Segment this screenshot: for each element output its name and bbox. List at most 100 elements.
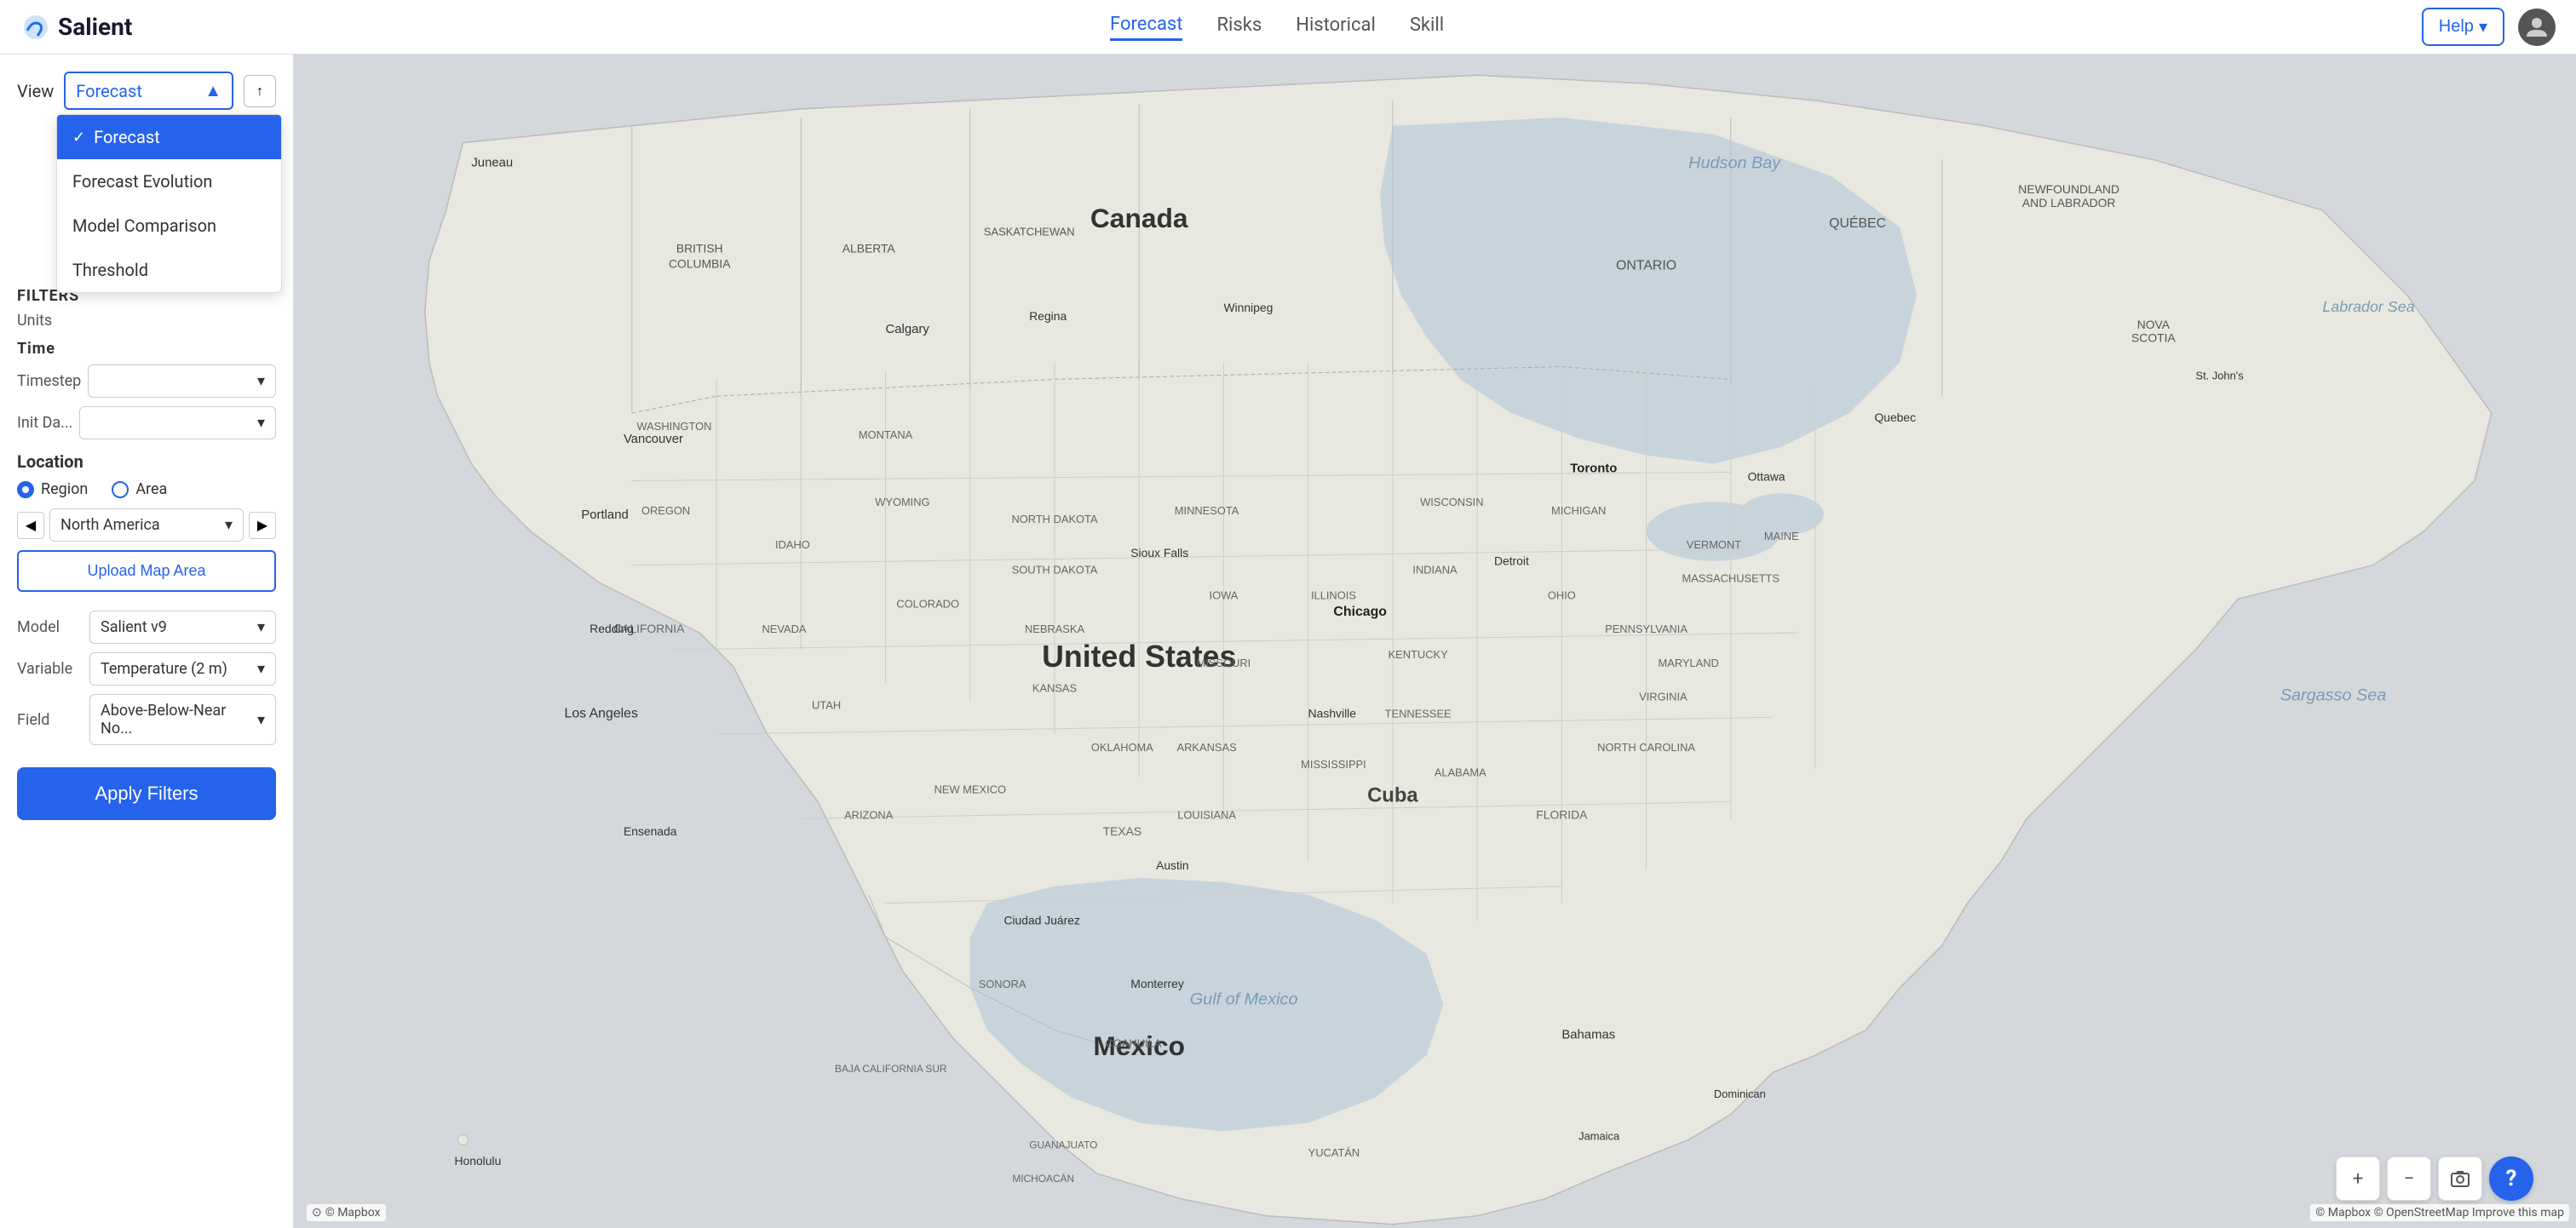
svg-text:WISCONSIN: WISCONSIN [1420, 496, 1483, 508]
variable-selected-value: Temperature (2 m) [101, 660, 227, 678]
svg-text:AND LABRADOR: AND LABRADOR [2022, 196, 2115, 209]
svg-text:Juneau: Juneau [471, 156, 513, 169]
svg-text:Cuba: Cuba [1367, 784, 1418, 807]
field-chevron-icon: ▾ [257, 711, 265, 729]
svg-text:IOWA: IOWA [1210, 588, 1239, 601]
radio-dot [22, 486, 29, 493]
svg-text:MONTANA: MONTANA [859, 428, 913, 441]
timestep-dropdown[interactable]: ▾ [88, 364, 276, 398]
help-button[interactable]: Help ▾ [2422, 8, 2504, 46]
svg-text:NEVADA: NEVADA [762, 623, 806, 635]
view-chevron-up-icon: ▲ [204, 80, 221, 101]
dropdown-item-forecast-evolution[interactable]: Forecast Evolution [57, 159, 281, 204]
svg-text:SOUTH DAKOTA: SOUTH DAKOTA [1012, 564, 1098, 577]
svg-text:Canada: Canada [1090, 203, 1188, 233]
svg-text:WYOMING: WYOMING [875, 496, 929, 508]
field-row: Field Above-Below-Near No... ▾ [17, 694, 276, 745]
nav-risks[interactable]: Risks [1216, 14, 1262, 39]
region-prev-button[interactable]: ◀ [17, 512, 44, 539]
header: Salient Forecast Risks Historical Skill … [0, 0, 2576, 55]
svg-text:Ensenada: Ensenada [624, 824, 677, 838]
svg-text:WASHINGTON: WASHINGTON [637, 420, 712, 433]
apply-filters-button[interactable]: Apply Filters [17, 767, 276, 820]
zoom-in-button[interactable]: + [2336, 1156, 2380, 1201]
svg-text:OKLAHOMA: OKLAHOMA [1091, 741, 1153, 754]
svg-text:Austin: Austin [1156, 858, 1189, 872]
region-radio-button[interactable] [17, 481, 34, 498]
nav-historical[interactable]: Historical [1296, 14, 1376, 39]
view-selected-value: Forecast [76, 81, 142, 101]
svg-text:MISSOURI: MISSOURI [1197, 657, 1251, 669]
nav-forecast[interactable]: Forecast [1110, 14, 1182, 41]
field-dropdown[interactable]: Above-Below-Near No... ▾ [89, 694, 276, 745]
map-container[interactable]: Canada United States Mexico Cuba BRITISH… [294, 55, 2576, 1228]
dropdown-forecast-label: Forecast [94, 127, 160, 147]
svg-text:MICHOACÁN: MICHOACÁN [1012, 1172, 1074, 1185]
region-selected-value: North America [60, 516, 160, 534]
svg-text:Jamaica: Jamaica [1578, 1129, 1620, 1142]
model-section: Model Salient v9 ▾ Variable Temperature … [17, 611, 276, 745]
model-label: Model [17, 618, 81, 636]
zoom-out-button[interactable]: − [2387, 1156, 2431, 1201]
user-avatar[interactable] [2518, 9, 2556, 46]
variable-label: Variable [17, 660, 81, 678]
svg-text:MARYLAND: MARYLAND [1659, 657, 1719, 669]
region-next-button[interactable]: ▶ [249, 512, 276, 539]
units-label: Units [17, 312, 64, 330]
svg-text:COAHUILA: COAHUILA [1106, 1036, 1162, 1049]
view-up-button[interactable]: ↑ [244, 75, 276, 107]
area-label: Area [135, 480, 167, 498]
location-section: Location Region Area ◀ North America ▾ ▶… [17, 451, 276, 604]
upload-map-area-button[interactable]: Upload Map Area [17, 550, 276, 592]
field-selected-value: Above-Below-Near No... [101, 702, 257, 737]
help-circle-button[interactable]: ? [2489, 1156, 2533, 1201]
svg-text:NOVA: NOVA [2137, 318, 2171, 331]
screenshot-button[interactable] [2438, 1156, 2482, 1201]
svg-text:Ottawa: Ottawa [1748, 469, 1785, 483]
svg-text:VIRGINIA: VIRGINIA [1639, 690, 1688, 703]
view-dropdown-trigger[interactable]: Forecast ▲ [64, 72, 233, 110]
svg-text:COLUMBIA: COLUMBIA [669, 256, 731, 270]
dropdown-model-comparison-label: Model Comparison [72, 215, 216, 236]
svg-text:MISSISSIPPI: MISSISSIPPI [1301, 758, 1366, 771]
svg-text:GUANAJUATO: GUANAJUATO [1029, 1139, 1097, 1151]
svg-text:Labrador Sea: Labrador Sea [2322, 298, 2414, 315]
up-arrow-icon: ↑ [256, 83, 263, 100]
svg-text:Bahamas: Bahamas [1561, 1028, 1615, 1042]
svg-text:MINNESOTA: MINNESOTA [1175, 504, 1239, 517]
svg-text:QUÉBEC: QUÉBEC [1829, 215, 1886, 231]
svg-text:ARIZONA: ARIZONA [844, 808, 894, 821]
init-date-dropdown[interactable]: ▾ [79, 406, 276, 439]
dropdown-item-threshold[interactable]: Threshold [57, 248, 281, 292]
dropdown-item-forecast[interactable]: ✓ Forecast [57, 115, 281, 159]
dropdown-item-model-comparison[interactable]: Model Comparison [57, 204, 281, 248]
svg-text:Toronto: Toronto [1570, 462, 1617, 476]
area-radio[interactable]: Area [112, 480, 167, 498]
map-attribution[interactable]: © Mapbox © OpenStreetMap Improve this ma… [2310, 1204, 2569, 1221]
svg-text:INDIANA: INDIANA [1412, 564, 1458, 577]
variable-dropdown[interactable]: Temperature (2 m) ▾ [89, 652, 276, 686]
region-chevron-icon: ▾ [225, 516, 233, 534]
svg-text:Redding: Redding [589, 622, 634, 635]
model-row: Model Salient v9 ▾ [17, 611, 276, 644]
model-dropdown[interactable]: Salient v9 ▾ [89, 611, 276, 644]
svg-text:NEBRASKA: NEBRASKA [1025, 623, 1085, 635]
dropdown-threshold-label: Threshold [72, 260, 148, 280]
region-row: ◀ North America ▾ ▶ [17, 508, 276, 542]
help-chevron-icon: ▾ [2479, 16, 2487, 37]
region-dropdown[interactable]: North America ▾ [49, 508, 244, 542]
svg-text:Hudson Bay: Hudson Bay [1688, 153, 1781, 172]
svg-text:Los Angeles: Los Angeles [565, 706, 638, 720]
location-radio-row: Region Area [17, 480, 276, 498]
region-radio[interactable]: Region [17, 480, 88, 498]
check-icon: ✓ [72, 129, 85, 146]
nav-skill[interactable]: Skill [1410, 14, 1444, 39]
svg-text:BRITISH: BRITISH [676, 242, 723, 255]
svg-text:MASSACHUSETTS: MASSACHUSETTS [1682, 572, 1780, 585]
svg-text:ALBERTA: ALBERTA [842, 242, 896, 255]
svg-text:ILLINOIS: ILLINOIS [1311, 588, 1356, 601]
area-radio-button[interactable] [112, 481, 129, 498]
field-label: Field [17, 711, 81, 729]
svg-text:Vancouver: Vancouver [624, 433, 683, 446]
map-svg: Canada United States Mexico Cuba BRITISH… [294, 55, 2576, 1228]
